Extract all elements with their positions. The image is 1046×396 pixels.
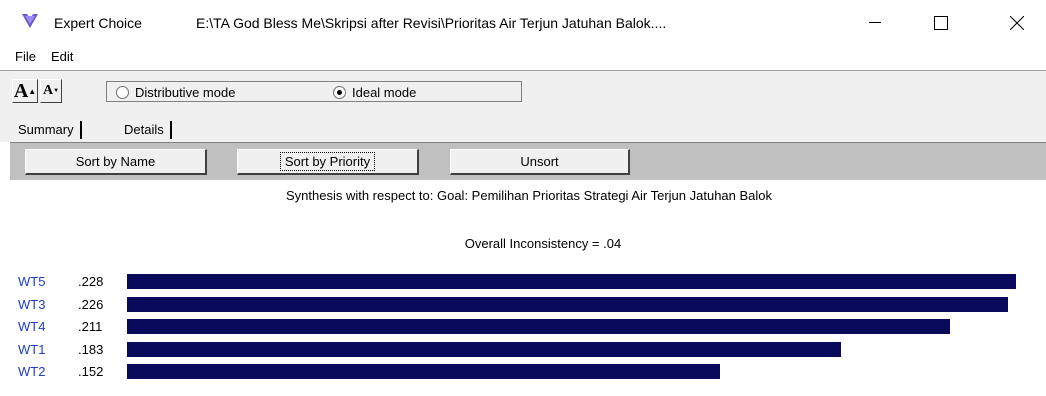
alternative-label: WT1 bbox=[18, 341, 46, 357]
ideal-mode-label: Ideal mode bbox=[352, 85, 417, 100]
unsort-button[interactable]: Unsort bbox=[450, 149, 630, 175]
expert-choice-logo-icon bbox=[22, 14, 38, 28]
priority-value: .228 bbox=[78, 274, 104, 289]
priority-value: .152 bbox=[78, 364, 104, 379]
priority-bar bbox=[127, 296, 1008, 312]
distributive-mode-radio[interactable]: Distributive mode bbox=[116, 85, 235, 100]
font-increase-label: A bbox=[13, 79, 29, 102]
increase-font-button[interactable]: A ▲ bbox=[12, 79, 38, 103]
inconsistency-ratio: Overall Inconsistency = .04 bbox=[0, 236, 1046, 251]
minimize-icon bbox=[869, 22, 881, 23]
maximize-icon bbox=[934, 16, 948, 30]
synthesis-title: Synthesis with respect to: Goal: Pemilih… bbox=[0, 188, 1046, 203]
priority-row: WT4 .211 bbox=[0, 317, 1046, 337]
app-name: Expert Choice bbox=[54, 15, 142, 31]
close-icon bbox=[1010, 16, 1024, 30]
alternative-label: WT5 bbox=[18, 274, 46, 289]
close-button[interactable] bbox=[994, 6, 1040, 40]
ideal-mode-radio[interactable]: Ideal mode bbox=[333, 85, 416, 100]
tab-details[interactable]: Details bbox=[116, 119, 172, 141]
title-bar: Expert Choice E:\TA God Bless Me\Skripsi… bbox=[0, 0, 1046, 46]
tab-summary[interactable]: Summary bbox=[10, 119, 82, 141]
toolbar: A ▲ A ▼ Distributive mode Ideal mode bbox=[0, 70, 1046, 116]
alternative-label: WT2 bbox=[18, 364, 46, 379]
priority-row: WT1 .183 bbox=[0, 340, 1046, 360]
menu-edit[interactable]: Edit bbox=[51, 49, 73, 64]
menu-file[interactable]: File bbox=[15, 49, 36, 64]
sort-by-name-button[interactable]: Sort by Name bbox=[25, 149, 207, 175]
priority-bar bbox=[127, 319, 950, 334]
alternative-label: WT4 bbox=[18, 319, 46, 334]
sort-by-priority-button[interactable]: Sort by Priority bbox=[237, 149, 419, 175]
sort-toolbar: Sort by Name Sort by Priority Unsort bbox=[10, 142, 1046, 180]
maximize-button[interactable] bbox=[918, 6, 964, 40]
menu-bar: File Edit bbox=[0, 46, 1046, 68]
priority-value: .226 bbox=[78, 296, 104, 312]
priority-bar bbox=[127, 341, 841, 357]
priority-value: .183 bbox=[78, 341, 104, 357]
window-file-path: E:\TA God Bless Me\Skripsi after Revisi\… bbox=[196, 15, 667, 31]
priority-row: WT3 .226 bbox=[0, 295, 1046, 315]
priority-bar bbox=[127, 274, 1016, 289]
priority-bar bbox=[127, 364, 720, 379]
mode-selector: Distributive mode Ideal mode bbox=[106, 81, 522, 102]
minimize-button[interactable] bbox=[852, 6, 898, 40]
inconsistency-text: Overall Inconsistency = .04 bbox=[464, 236, 622, 251]
decrease-font-button[interactable]: A ▼ bbox=[40, 79, 62, 103]
priority-row: WT5 .228 bbox=[0, 272, 1046, 292]
synthesis-title-text: Synthesis with respect to: Goal: Pemilih… bbox=[285, 188, 773, 203]
radio-unchecked-icon bbox=[116, 86, 129, 99]
alternative-label: WT3 bbox=[18, 296, 46, 312]
tab-bar: Summary Details bbox=[0, 116, 1046, 142]
distributive-mode-label: Distributive mode bbox=[135, 85, 236, 100]
radio-checked-icon bbox=[333, 86, 346, 99]
priority-row: WT2 .152 bbox=[0, 362, 1046, 382]
font-decrease-label: A bbox=[42, 83, 54, 98]
priority-value: .211 bbox=[78, 319, 103, 334]
sort-by-priority-label: Sort by Priority bbox=[279, 152, 376, 171]
